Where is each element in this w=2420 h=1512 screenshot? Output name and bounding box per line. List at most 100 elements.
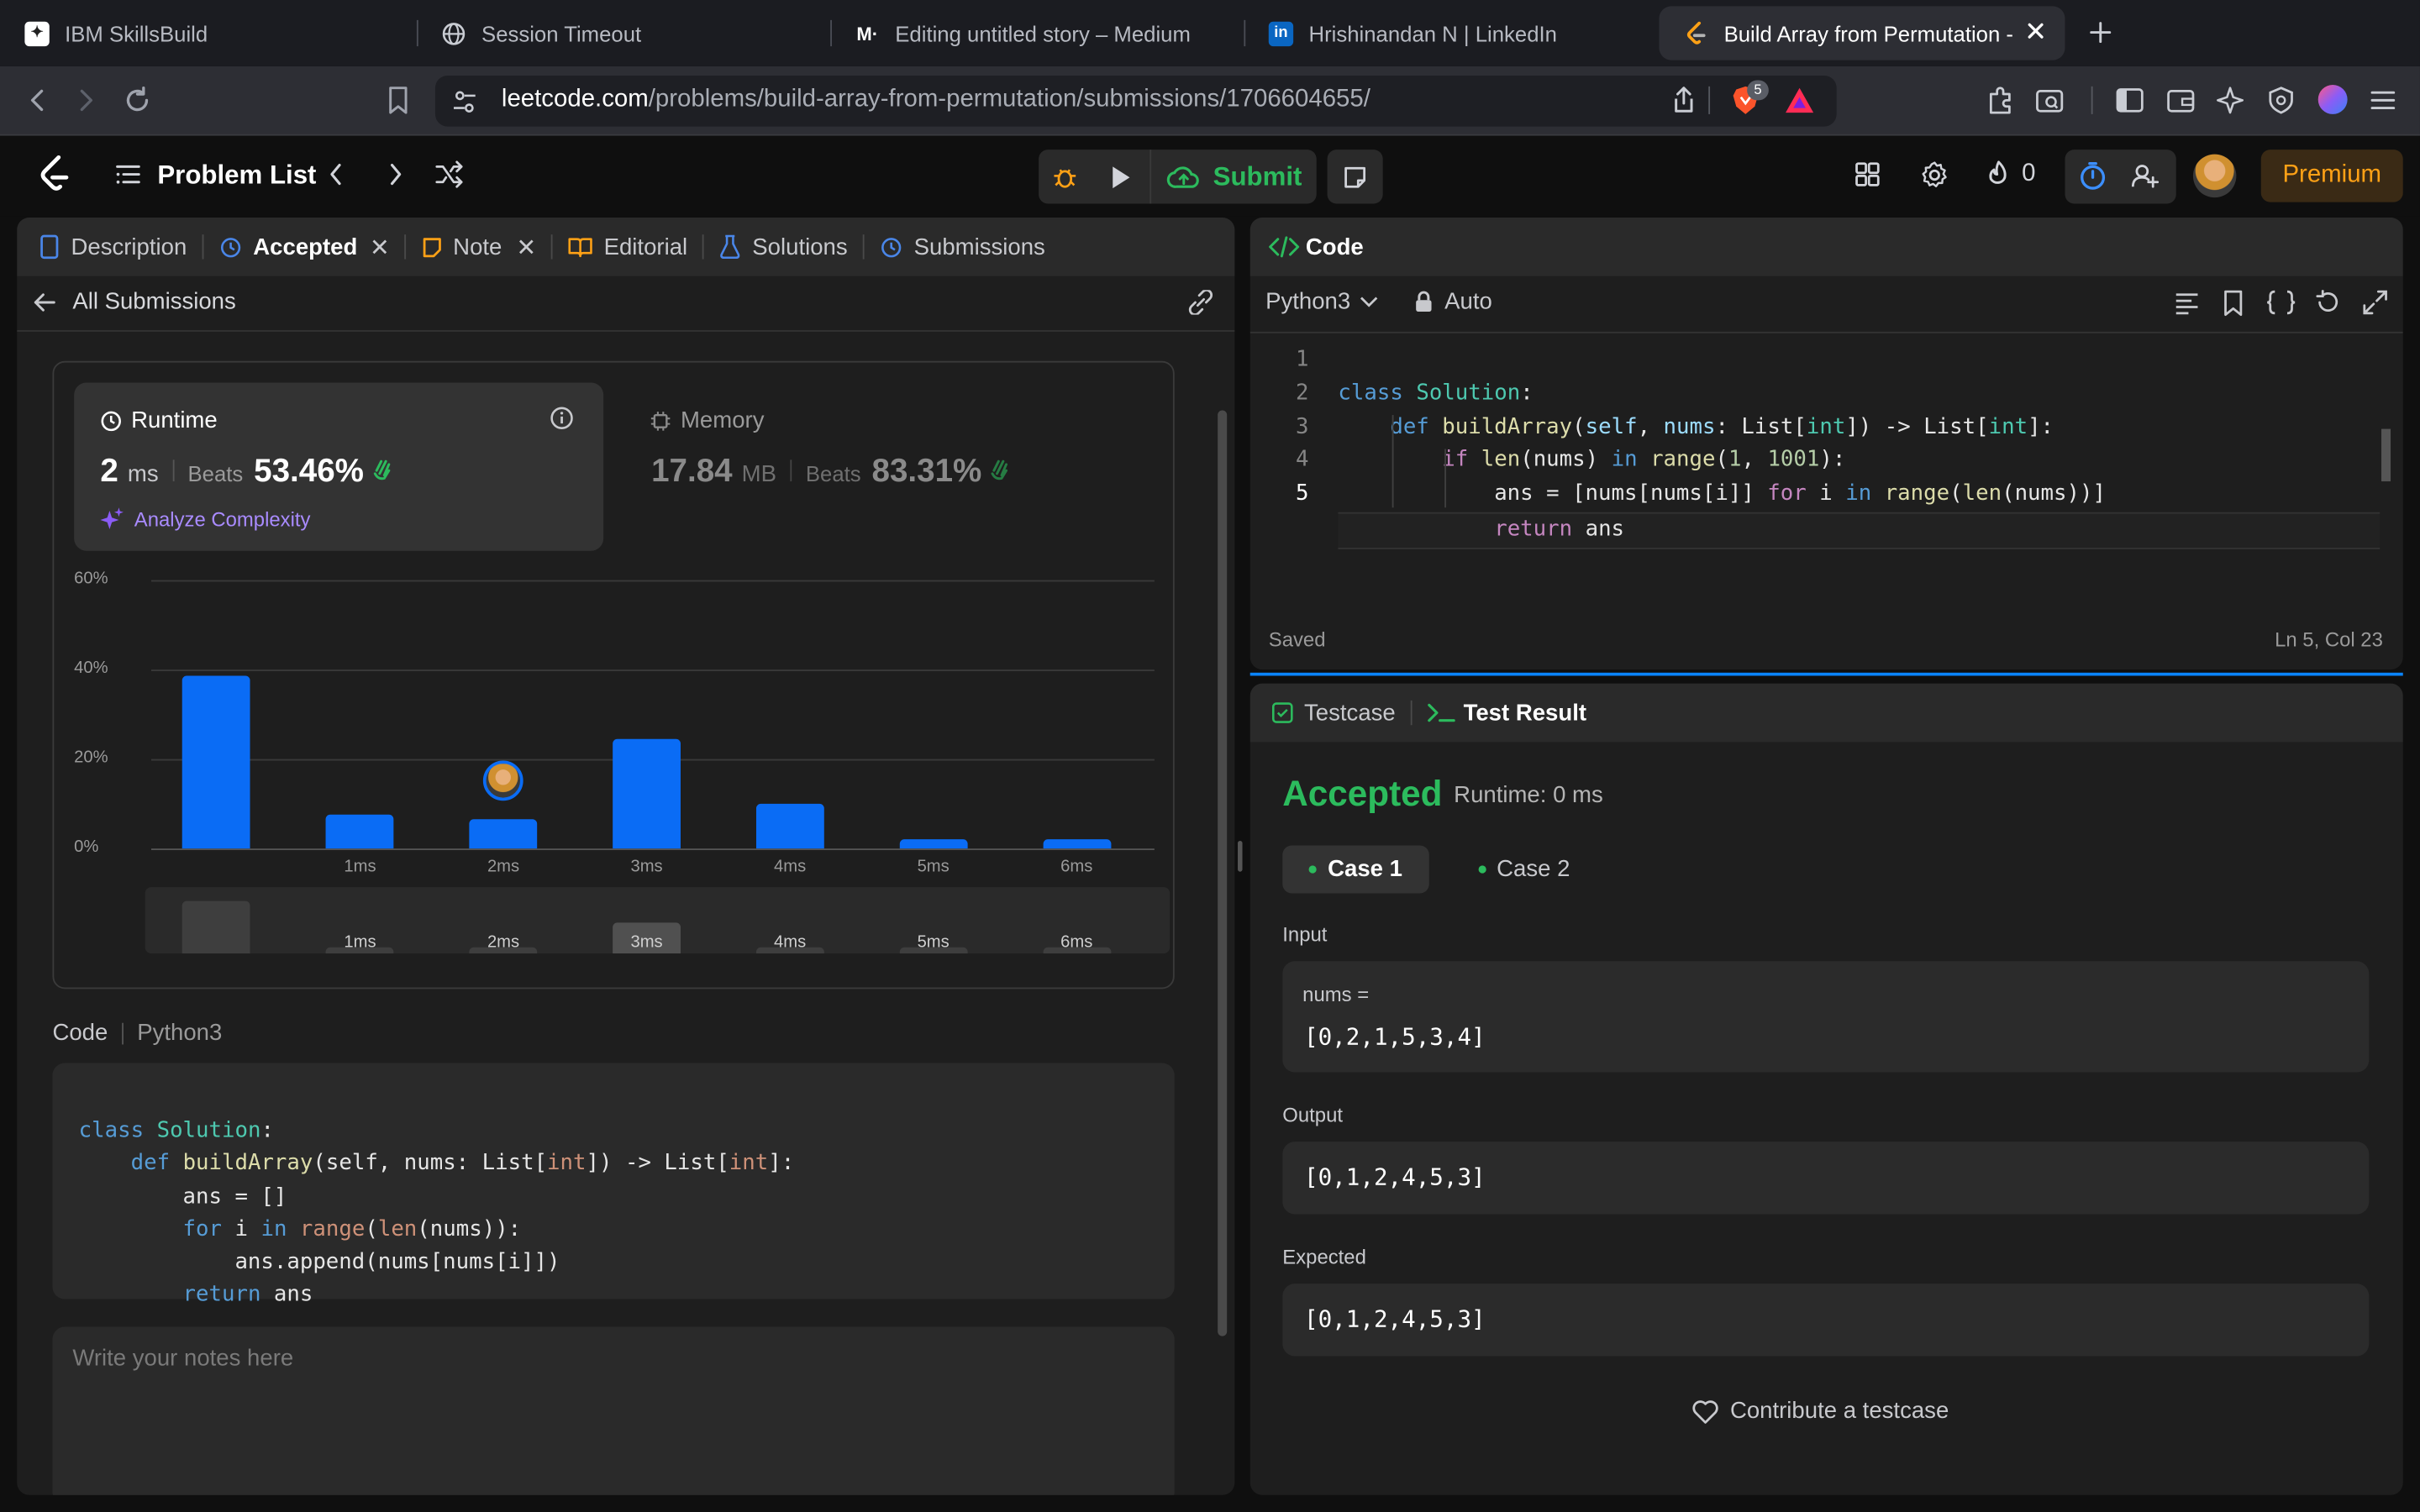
- tab-note[interactable]: Note: [388, 218, 536, 276]
- next-problem-icon[interactable]: [383, 160, 408, 188]
- tab-code[interactable]: Code: [1250, 218, 1364, 276]
- scrollbar[interactable]: [1218, 410, 1228, 1336]
- chart-bar[interactable]: [613, 738, 681, 849]
- case-label: Case 2: [1497, 856, 1570, 883]
- leetcode-logo-icon[interactable]: [37, 155, 71, 195]
- panel-resize-handle[interactable]: [1238, 841, 1243, 872]
- brave-rewards-icon[interactable]: [1782, 85, 1816, 116]
- extensions-icon[interactable]: [1985, 85, 2016, 116]
- browser-tab[interactable]: ✦ IBM SkillsBuild: [0, 6, 417, 60]
- clock-icon: [101, 410, 121, 431]
- bookmark-icon[interactable]: [384, 85, 412, 116]
- leo-ai-icon[interactable]: [2215, 85, 2246, 116]
- all-submissions-link[interactable]: All Submissions: [33, 288, 236, 315]
- tab-description[interactable]: Description: [17, 218, 187, 276]
- case-1-tab[interactable]: Case 1: [1282, 845, 1429, 894]
- timer-icon[interactable]: [2077, 160, 2108, 192]
- tab-editorial[interactable]: Editorial: [536, 218, 687, 276]
- problem-list-link[interactable]: Problem List: [157, 160, 316, 192]
- url-path: /problems/build-array-from-permutation/s…: [648, 86, 1370, 113]
- submitted-code-block[interactable]: class Solution: def buildArray(self, num…: [52, 1063, 1175, 1307]
- forward-icon[interactable]: [71, 87, 98, 114]
- wallet-icon[interactable]: [2165, 85, 2196, 116]
- browser-tab[interactable]: Session Timeout: [417, 6, 830, 60]
- case-2-tab[interactable]: Case 2: [1450, 846, 1597, 894]
- output-box[interactable]: [0,1,2,4,5,3]: [1282, 1142, 2370, 1215]
- url-text[interactable]: leetcode.com/problems/build-array-from-p…: [502, 87, 1370, 114]
- info-icon[interactable]: [550, 406, 574, 430]
- tab-label: Editorial: [603, 234, 688, 260]
- editor-line: return ans: [1338, 512, 2381, 549]
- line-number: 2: [1296, 381, 1309, 406]
- submit-button[interactable]: Submit: [1150, 150, 1316, 204]
- notes-textarea[interactable]: Write your notes here: [52, 1326, 1175, 1495]
- y-tick-label: 40%: [74, 659, 108, 678]
- sidebar-toggle-icon[interactable]: [2114, 85, 2145, 116]
- chart-range-slider[interactable]: 1ms 2ms 3ms 4ms 5ms 6ms: [145, 887, 1171, 954]
- notes-button[interactable]: [1327, 150, 1383, 204]
- user-avatar[interactable]: [2192, 154, 2237, 198]
- link-icon[interactable]: [1186, 290, 1217, 315]
- shuffle-icon[interactable]: [434, 160, 465, 188]
- input-box[interactable]: nums = [0,2,1,5,3,4]: [1282, 961, 2370, 1073]
- auto-mode[interactable]: Auto: [1413, 288, 1492, 315]
- memory-beats: 83.31%: [871, 453, 982, 490]
- browser-tab-active[interactable]: Build Array from Permutation -: [1659, 6, 2065, 60]
- reset-icon[interactable]: [2315, 290, 2339, 314]
- browser-tab[interactable]: M· Editing untitled story – Medium: [830, 6, 1244, 60]
- code-header: Code Python3: [52, 1020, 222, 1046]
- tab-solutions[interactable]: Solutions: [687, 218, 848, 276]
- chart-bar[interactable]: [1042, 839, 1111, 849]
- tab-label: Solutions: [752, 234, 848, 260]
- editor-scrollbar[interactable]: [2381, 428, 2391, 482]
- format-icon[interactable]: [2175, 290, 2199, 315]
- input-value: [0,2,1,5,3,4]: [1304, 1022, 1486, 1051]
- analyze-complexity-link[interactable]: Analyze Complexity: [100, 506, 310, 530]
- browser-tab[interactable]: in Hrishinandan N | LinkedIn: [1244, 6, 1657, 60]
- line-number: 3: [1296, 414, 1309, 439]
- chart-bar[interactable]: [899, 839, 968, 849]
- expected-box[interactable]: [0,1,2,4,5,3]: [1282, 1284, 2370, 1357]
- tab-testcase[interactable]: Testcase: [1250, 684, 1396, 743]
- chart-bar[interactable]: [755, 803, 824, 849]
- site-settings-icon[interactable]: [450, 88, 478, 116]
- share-icon[interactable]: [1670, 85, 1697, 116]
- memory-header[interactable]: Memory: [650, 407, 764, 433]
- settings-gear-icon[interactable]: [1920, 160, 1949, 190]
- tab-test-result[interactable]: Test Result: [1396, 684, 1586, 743]
- notes-placeholder: Write your notes here: [72, 1345, 294, 1372]
- chart-bar[interactable]: [182, 676, 251, 849]
- arrow-left-icon: [34, 292, 55, 311]
- code-editor[interactable]: class Solution: def buildArray(self, num…: [1338, 344, 2381, 617]
- back-icon[interactable]: [24, 87, 52, 114]
- streak-counter[interactable]: 0: [1985, 159, 2035, 190]
- tab-accepted[interactable]: Accepted: [187, 218, 388, 276]
- braces-icon[interactable]: [2265, 290, 2296, 315]
- premium-button[interactable]: Premium: [2260, 150, 2403, 202]
- chart-bar[interactable]: [326, 815, 394, 849]
- reader-icon[interactable]: [2034, 85, 2065, 116]
- close-icon[interactable]: [2025, 20, 2047, 42]
- new-tab-icon[interactable]: [2086, 18, 2114, 46]
- contribute-testcase-button[interactable]: Contribute a testcase: [1691, 1398, 1949, 1424]
- code-panel-header: Code: [1249, 217, 2403, 276]
- layout-icon[interactable]: [1854, 160, 1881, 188]
- chart-bar[interactable]: [469, 819, 538, 849]
- bookmark-icon[interactable]: [2223, 290, 2244, 317]
- horizontal-resize-handle[interactable]: [1249, 672, 2403, 676]
- add-user-icon[interactable]: [2130, 160, 2161, 192]
- code-line: class Solution:: [78, 1118, 274, 1144]
- debug-icon[interactable]: [1039, 150, 1091, 203]
- run-button[interactable]: [1092, 150, 1148, 203]
- memory-values: 17.84 MB Beats 83.31%: [651, 454, 1013, 491]
- profile-avatar[interactable]: [2317, 85, 2348, 114]
- expand-icon[interactable]: [2363, 290, 2387, 315]
- pass-dot: [1478, 865, 1486, 874]
- vpn-icon[interactable]: [2265, 85, 2296, 116]
- prev-problem-icon[interactable]: [324, 160, 349, 188]
- menu-icon[interactable]: [2369, 87, 2396, 114]
- language-select[interactable]: Python3: [1265, 288, 1378, 315]
- slider-label: 2ms: [487, 933, 520, 953]
- tab-submissions[interactable]: Submissions: [848, 218, 1045, 276]
- reload-icon[interactable]: [122, 85, 153, 116]
